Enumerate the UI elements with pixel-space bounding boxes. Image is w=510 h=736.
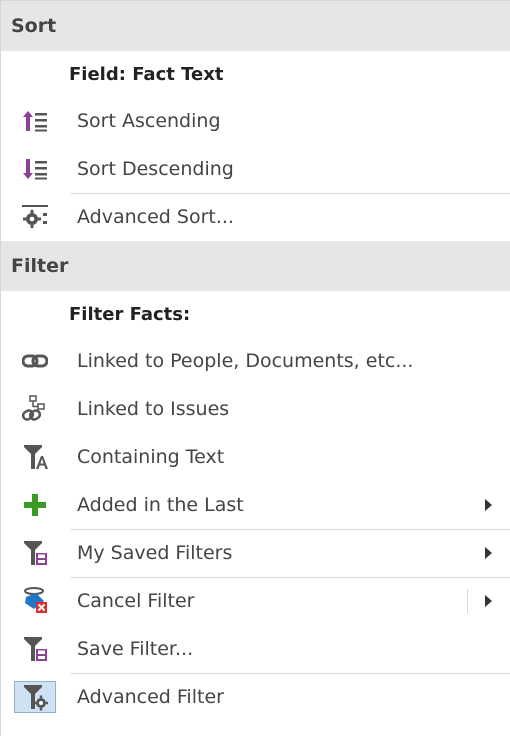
advanced-sort-item[interactable]: Advanced Sort...	[1, 193, 510, 241]
advanced-filter-icon	[14, 681, 56, 713]
cancel-filter-label: Cancel Filter	[77, 590, 195, 612]
save-filter-label: Save Filter...	[77, 638, 194, 660]
split-separator	[467, 589, 468, 613]
added-in-last-item[interactable]: Added in the Last	[1, 481, 510, 529]
menu-separator	[71, 673, 510, 674]
submenu-arrow-icon[interactable]	[485, 595, 492, 607]
save-filter-icon	[15, 634, 55, 664]
sort-descending-label: Sort Descending	[77, 158, 234, 180]
filter-section-header: Filter	[1, 241, 510, 291]
menu-separator	[71, 193, 510, 194]
containing-text-item[interactable]: Containing Text	[1, 433, 510, 481]
advanced-sort-label: Advanced Sort...	[77, 206, 234, 228]
sort-descending-item[interactable]: Sort Descending	[1, 145, 510, 193]
context-menu: Sort Field: Fact Text Sort Ascending Sor	[0, 0, 510, 736]
sort-field-label: Field: Fact Text	[69, 63, 224, 85]
cancel-filter-icon	[15, 586, 55, 616]
linked-to-people-label: Linked to People, Documents, etc...	[77, 350, 414, 372]
sort-ascending-item[interactable]: Sort Ascending	[1, 97, 510, 145]
linked-to-issues-label: Linked to Issues	[77, 398, 230, 420]
advanced-filter-item[interactable]: Advanced Filter	[1, 673, 510, 721]
saved-filter-icon	[15, 538, 55, 568]
my-saved-filters-label: My Saved Filters	[77, 542, 233, 564]
sort-descending-icon	[15, 154, 55, 184]
link-issues-icon	[15, 394, 55, 424]
plus-icon	[15, 490, 55, 520]
linked-to-people-item[interactable]: Linked to People, Documents, etc...	[1, 337, 510, 385]
submenu-arrow-icon	[485, 499, 492, 511]
sort-ascending-icon	[15, 106, 55, 136]
filter-facts-label: Filter Facts:	[69, 303, 191, 325]
advanced-sort-icon	[15, 202, 55, 232]
cancel-filter-item[interactable]: Cancel Filter	[1, 577, 510, 625]
link-icon	[15, 346, 55, 376]
containing-text-label: Containing Text	[77, 446, 225, 468]
filter-text-icon	[15, 442, 55, 472]
menu-separator	[71, 529, 510, 530]
linked-to-issues-item[interactable]: Linked to Issues	[1, 385, 510, 433]
sort-ascending-label: Sort Ascending	[77, 110, 221, 132]
menu-separator	[71, 577, 510, 578]
added-in-last-label: Added in the Last	[77, 494, 244, 516]
my-saved-filters-item[interactable]: My Saved Filters	[1, 529, 510, 577]
sort-section-header: Sort	[1, 1, 510, 51]
save-filter-item[interactable]: Save Filter...	[1, 625, 510, 673]
submenu-arrow-icon	[485, 547, 492, 559]
advanced-filter-label: Advanced Filter	[77, 686, 224, 708]
